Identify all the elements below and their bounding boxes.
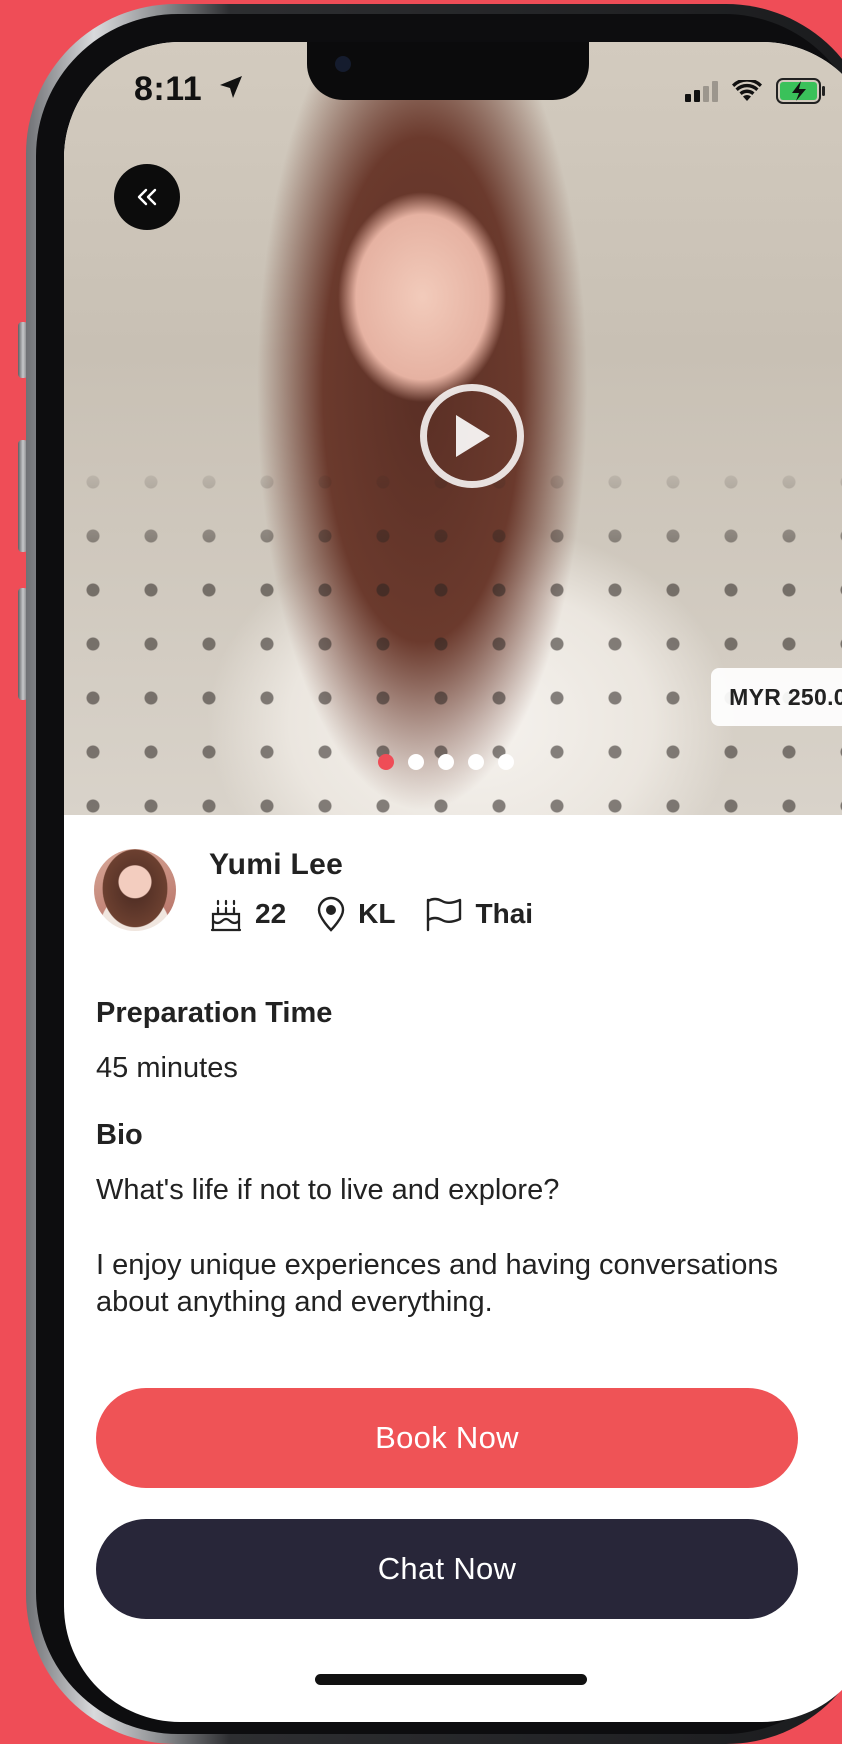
- bio-paragraph-2: I enjoy unique experiences and having co…: [96, 1249, 778, 1318]
- cake-icon: [210, 899, 242, 932]
- home-indicator[interactable]: [315, 1674, 587, 1685]
- nationality-value: Thai: [475, 898, 534, 929]
- location-arrow-icon: [218, 70, 244, 109]
- back-button[interactable]: [114, 164, 180, 230]
- screen: MYR 250.00 8:11: [64, 42, 842, 1722]
- play-video-button[interactable]: [420, 384, 524, 488]
- preparation-time-title: Preparation Time: [96, 997, 333, 1029]
- profile-info: Yumi Lee 22 KL Thai: [209, 848, 563, 932]
- status-time: 8:11: [134, 70, 244, 109]
- status-time-text: 8:11: [134, 70, 203, 108]
- pager-dot[interactable]: [468, 754, 484, 770]
- phone-frame: MYR 250.00 8:11: [26, 4, 842, 1744]
- location-item: KL: [316, 896, 395, 932]
- book-now-button[interactable]: Book Now: [96, 1388, 798, 1488]
- profile-media-carousel[interactable]: MYR 250.00: [64, 42, 842, 815]
- bio-line-1: What's life if not to live and explore?: [96, 1174, 560, 1206]
- bio-title: Bio: [96, 1119, 143, 1151]
- back-chevrons-icon: [137, 188, 157, 206]
- profile-meta: 22 KL Thai: [209, 896, 563, 932]
- play-icon: [456, 415, 490, 457]
- flag-icon: [427, 897, 462, 932]
- location-value: KL: [358, 898, 396, 929]
- preparation-time-value: 45 minutes: [96, 1052, 238, 1084]
- avatar[interactable]: [94, 849, 176, 931]
- signal-icon: [685, 80, 718, 102]
- pager-dot[interactable]: [408, 754, 424, 770]
- price-tag: MYR 250.00: [711, 668, 842, 726]
- nationality-item: Thai: [425, 896, 533, 932]
- carousel-pager: [378, 754, 514, 770]
- pager-dot[interactable]: [498, 754, 514, 770]
- front-camera: [335, 56, 351, 72]
- pager-dot[interactable]: [438, 754, 454, 770]
- age-value: 22: [255, 898, 287, 929]
- pager-dot[interactable]: [378, 754, 394, 770]
- wifi-icon: [732, 80, 762, 101]
- profile-name: Yumi Lee: [209, 848, 344, 881]
- location-pin-icon: [317, 896, 345, 932]
- battery-charging-icon: [776, 78, 825, 104]
- age-item: 22: [209, 896, 286, 932]
- phone-bezel: MYR 250.00 8:11: [36, 14, 842, 1734]
- chat-now-button[interactable]: Chat Now: [96, 1519, 798, 1619]
- notch: [307, 42, 589, 100]
- status-icons: [685, 78, 826, 104]
- profile-summary: Yumi Lee 22 KL Thai: [94, 848, 563, 932]
